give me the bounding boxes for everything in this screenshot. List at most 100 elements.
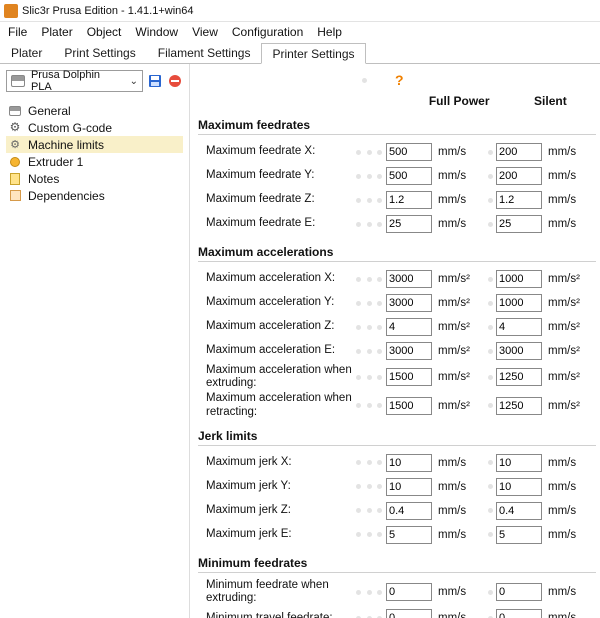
unit-label: mm/s² <box>434 273 476 285</box>
value-full-power-input[interactable] <box>386 583 432 601</box>
menu-help[interactable]: Help <box>317 25 342 39</box>
value-full-power-input[interactable] <box>386 167 432 185</box>
tab-printer-settings[interactable]: Printer Settings <box>261 43 365 64</box>
tree-item-general[interactable]: General <box>6 102 183 119</box>
value-silent-input[interactable] <box>496 143 542 161</box>
setting-row: Maximum jerk Y:mm/smm/s <box>198 476 596 498</box>
menu-window[interactable]: Window <box>135 25 178 39</box>
tree-item-label: Custom G-code <box>28 121 112 135</box>
unit-label: mm/s² <box>544 321 586 333</box>
value-silent-input[interactable] <box>496 342 542 360</box>
setting-row: Maximum acceleration E:mm/s²mm/s² <box>198 340 596 362</box>
setting-label: Maximum acceleration Y: <box>198 296 356 309</box>
value-full-power-input[interactable] <box>386 478 432 496</box>
setting-row: Minimum feedrate when extruding:mm/smm/s <box>198 579 596 605</box>
tree-item-notes[interactable]: Notes <box>6 170 183 187</box>
setting-row: Maximum feedrate Z:mm/smm/s <box>198 189 596 211</box>
menu-view[interactable]: View <box>192 25 218 39</box>
value-full-power-input[interactable] <box>386 143 432 161</box>
unit-label: mm/s² <box>544 345 586 357</box>
dot-indicator <box>484 403 496 408</box>
value-full-power-input[interactable] <box>386 294 432 312</box>
dots <box>356 484 386 489</box>
value-silent-input[interactable] <box>496 397 542 415</box>
unit-label: mm/s <box>544 218 586 230</box>
unit-label: mm/s <box>544 457 586 469</box>
menu-object[interactable]: Object <box>87 25 122 39</box>
unit-label: mm/s <box>544 529 586 541</box>
dot-indicator <box>484 484 496 489</box>
value-silent-input[interactable] <box>496 215 542 233</box>
value-silent-input[interactable] <box>496 294 542 312</box>
value-silent-input[interactable] <box>496 454 542 472</box>
menu-file[interactable]: File <box>8 25 27 39</box>
menu-plater[interactable]: Plater <box>41 25 72 39</box>
setting-row: Maximum acceleration Z:mm/s²mm/s² <box>198 316 596 338</box>
menu-configuration[interactable]: Configuration <box>232 25 303 39</box>
value-silent-input[interactable] <box>496 583 542 601</box>
value-full-power-input[interactable] <box>386 609 432 618</box>
tab-filament-settings[interactable]: Filament Settings <box>147 42 262 63</box>
tree-item-dependencies[interactable]: Dependencies <box>6 187 183 204</box>
setting-label: Maximum acceleration E: <box>198 344 356 357</box>
dot-indicator <box>484 460 496 465</box>
value-silent-input[interactable] <box>496 526 542 544</box>
setting-label: Maximum acceleration when retracting: <box>198 392 356 418</box>
extruder-icon <box>10 157 20 167</box>
value-silent-input[interactable] <box>496 478 542 496</box>
value-full-power-input[interactable] <box>386 526 432 544</box>
value-silent-input[interactable] <box>496 609 542 618</box>
value-full-power-input[interactable] <box>386 368 432 386</box>
value-full-power-input[interactable] <box>386 318 432 336</box>
value-full-power-input[interactable] <box>386 191 432 209</box>
value-silent-input[interactable] <box>496 318 542 336</box>
left-panel: Prusa Dolphin PLA ⌄ General ⚙ Custom G-cod… <box>0 64 190 618</box>
dot-indicator <box>484 174 496 179</box>
dot-indicator <box>484 325 496 330</box>
value-full-power-input[interactable] <box>386 215 432 233</box>
tree-item-machine-limits[interactable]: ⚙Machine limits <box>6 136 183 153</box>
dot-indicator <box>484 508 496 513</box>
tree-item-extruder-1[interactable]: Extruder 1 <box>6 153 183 170</box>
unit-label: mm/s² <box>544 297 586 309</box>
dot-indicator <box>484 375 496 380</box>
value-full-power-input[interactable] <box>386 397 432 415</box>
setting-label: Maximum feedrate E: <box>198 217 356 230</box>
value-full-power-input[interactable] <box>386 270 432 288</box>
col-silent: Silent <box>505 94 596 108</box>
delete-preset-button[interactable] <box>167 73 183 89</box>
setting-row: Maximum jerk X:mm/smm/s <box>198 452 596 474</box>
tab-print-settings[interactable]: Print Settings <box>53 42 146 63</box>
dot-indicator <box>484 198 496 203</box>
section-maximum-accelerations: Maximum accelerations Maximum acceleratio… <box>198 245 596 419</box>
unit-label: mm/s <box>434 170 476 182</box>
save-preset-button[interactable] <box>147 73 163 89</box>
unit-label: mm/s <box>544 146 586 158</box>
tree-item-label: Dependencies <box>28 189 105 203</box>
help-icon[interactable]: ? <box>395 72 404 88</box>
tab-plater[interactable]: Plater <box>0 42 53 63</box>
value-silent-input[interactable] <box>496 368 542 386</box>
section-title: Maximum accelerations <box>198 245 596 262</box>
gcode-icon: ⚙ <box>10 120 21 134</box>
value-silent-input[interactable] <box>496 270 542 288</box>
value-full-power-input[interactable] <box>386 502 432 520</box>
value-silent-input[interactable] <box>496 502 542 520</box>
dots <box>356 590 386 595</box>
tree-item-custom-g-code[interactable]: ⚙ Custom G-code <box>6 119 183 136</box>
settings-panel: ? Full Power Silent Maximum feedrates Max… <box>190 64 600 618</box>
section-title: Jerk limits <box>198 429 596 446</box>
setting-label: Minimum feedrate when extruding: <box>198 579 356 605</box>
column-headers: Full Power Silent <box>198 94 596 108</box>
value-silent-input[interactable] <box>496 191 542 209</box>
setting-row: Maximum acceleration X:mm/s²mm/s² <box>198 268 596 290</box>
value-full-power-input[interactable] <box>386 454 432 472</box>
value-silent-input[interactable] <box>496 167 542 185</box>
dependencies-icon <box>10 190 21 201</box>
value-full-power-input[interactable] <box>386 342 432 360</box>
preset-selector[interactable]: Prusa Dolphin PLA ⌄ <box>6 70 143 92</box>
section-title: Maximum feedrates <box>198 118 596 135</box>
tree-item-label: General <box>28 104 71 118</box>
setting-row: Maximum jerk E:mm/smm/s <box>198 524 596 546</box>
dots <box>356 325 386 330</box>
